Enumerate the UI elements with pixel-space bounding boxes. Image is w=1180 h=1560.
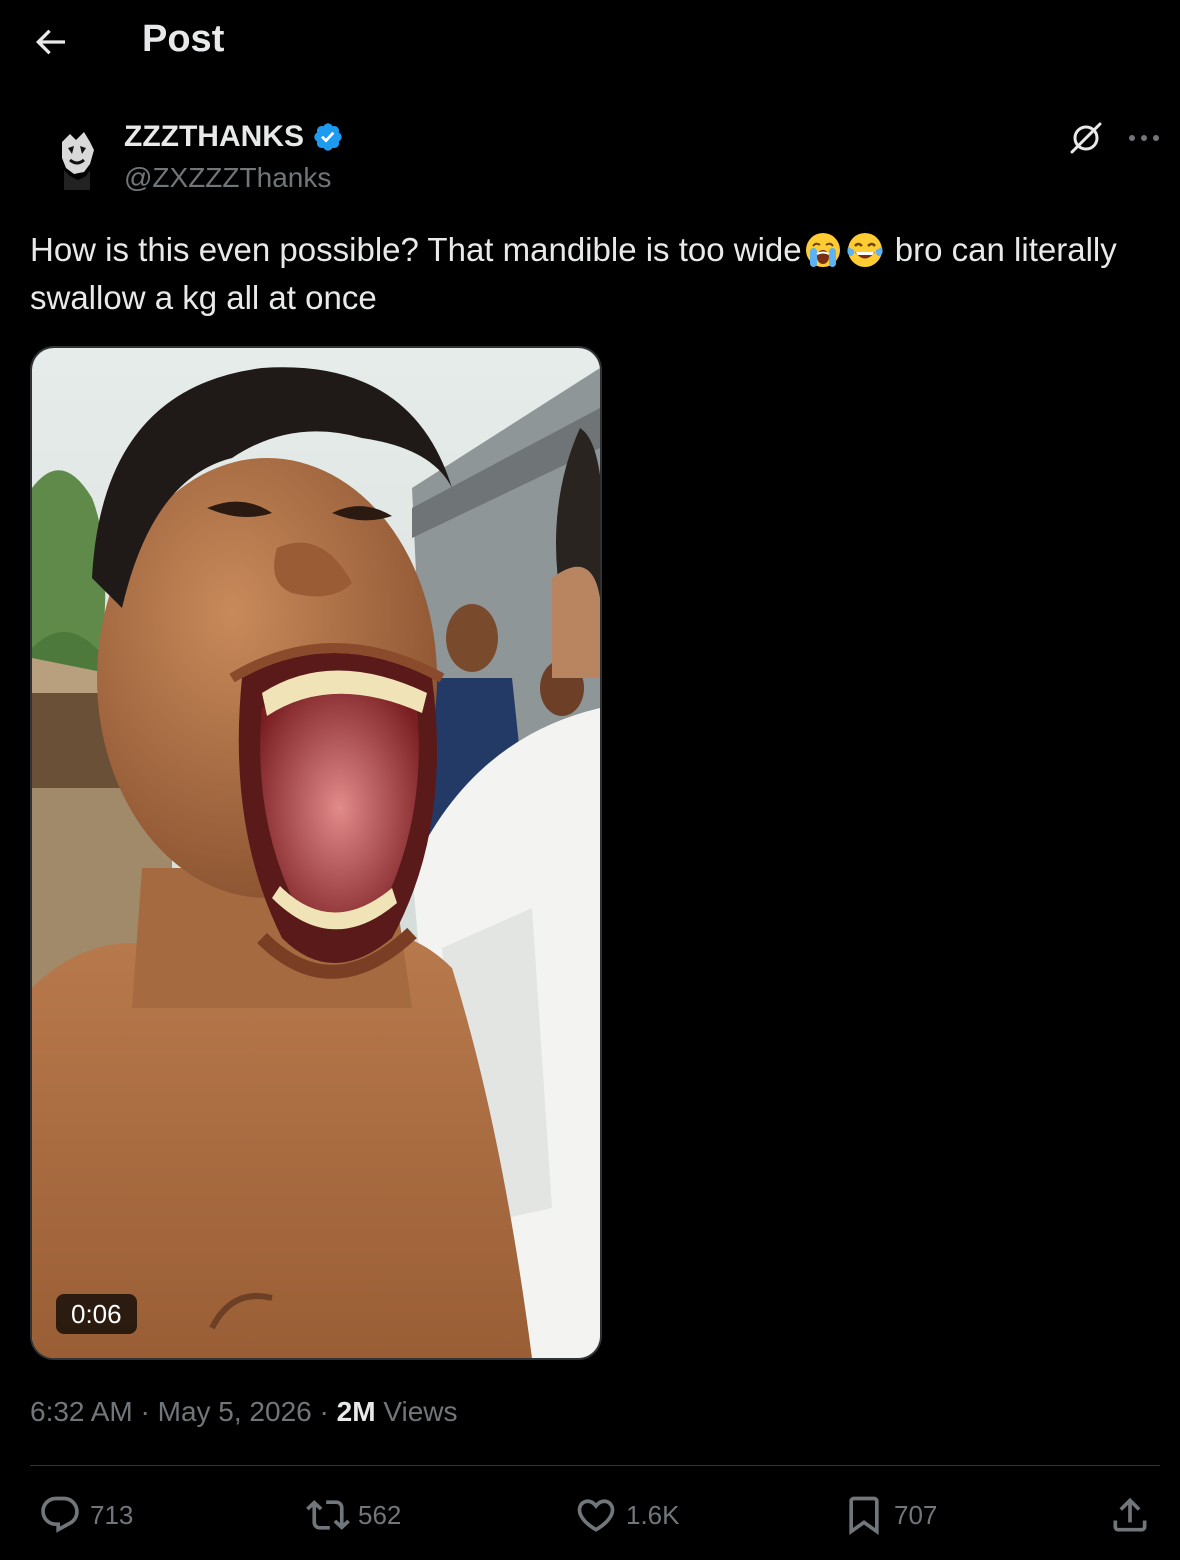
video-duration: 0:06 bbox=[56, 1294, 137, 1334]
bookmark-button[interactable]: 707 bbox=[842, 1490, 937, 1540]
divider bbox=[30, 1465, 1160, 1466]
verified-badge-icon bbox=[312, 121, 344, 153]
author-name[interactable]: ZZZTHANKS bbox=[124, 120, 304, 154]
post-page: Post ZZZTHANKS @ZXZZZThanks How is this … bbox=[0, 0, 1180, 1560]
loudly-crying-face-icon bbox=[804, 231, 842, 269]
reply-button[interactable]: 713 bbox=[38, 1490, 133, 1540]
repost-button[interactable]: 562 bbox=[306, 1490, 401, 1540]
video-player[interactable]: 0:06 bbox=[30, 346, 602, 1360]
page-title: Post bbox=[142, 18, 225, 60]
author-name-row: ZZZTHANKS bbox=[124, 120, 344, 154]
repost-count: 562 bbox=[358, 1499, 402, 1530]
face-with-tears-of-joy-icon bbox=[846, 231, 884, 269]
post-time[interactable]: 6:32 AM bbox=[30, 1396, 133, 1427]
meta-separator: · bbox=[319, 1396, 329, 1427]
grok-icon[interactable] bbox=[1066, 118, 1106, 158]
post-meta: 6:32 AM · May 5, 2026 · 2M Views bbox=[30, 1396, 458, 1428]
meta-separator: · bbox=[140, 1396, 150, 1427]
like-count: 1.6K bbox=[626, 1499, 680, 1530]
back-arrow-icon[interactable] bbox=[30, 22, 70, 62]
reply-count: 713 bbox=[90, 1499, 134, 1530]
repost-icon bbox=[306, 1493, 350, 1537]
like-button[interactable]: 1.6K bbox=[574, 1490, 680, 1540]
reply-icon bbox=[38, 1493, 82, 1537]
post-text: How is this even possible? That mandible… bbox=[30, 226, 1140, 322]
views-count: 2M bbox=[336, 1396, 376, 1427]
bookmark-count: 707 bbox=[894, 1499, 938, 1530]
avatar[interactable] bbox=[40, 120, 114, 194]
post-date[interactable]: May 5, 2026 bbox=[158, 1396, 312, 1427]
more-options-icon[interactable] bbox=[1126, 118, 1162, 158]
heart-icon bbox=[574, 1493, 618, 1537]
top-bar: Post bbox=[0, 0, 1180, 82]
share-icon[interactable] bbox=[1108, 1493, 1152, 1537]
bookmark-icon bbox=[842, 1493, 886, 1537]
video-thumbnail bbox=[32, 348, 600, 1358]
post-text-part-1: How is this even possible? That mandible… bbox=[30, 231, 802, 268]
views-label: Views bbox=[383, 1396, 458, 1427]
author-handle[interactable]: @ZXZZZThanks bbox=[124, 162, 331, 194]
